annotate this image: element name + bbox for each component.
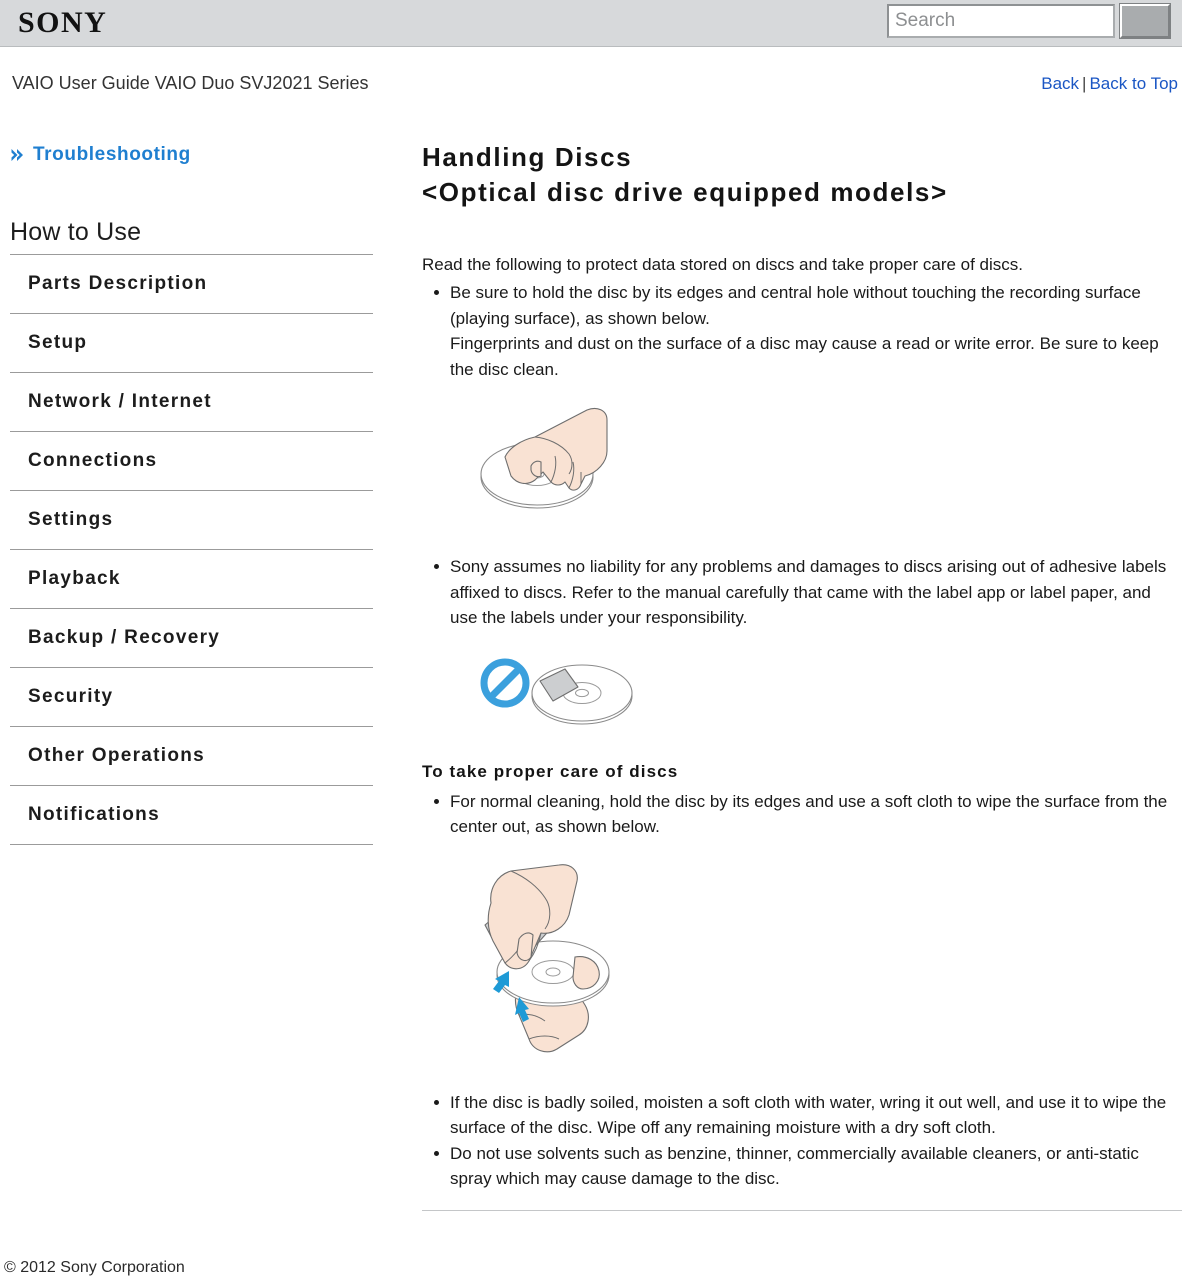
sidebar-item-security[interactable]: Security <box>10 668 373 727</box>
double-chevron-right-icon <box>10 147 26 163</box>
breadcrumb-troubleshooting[interactable]: Troubleshooting <box>0 140 390 170</box>
sidebar-item-label: Playback <box>28 568 121 589</box>
back-link[interactable]: Back <box>1041 74 1079 93</box>
sidebar-item-settings[interactable]: Settings <box>10 491 373 550</box>
sidebar-item-backup-recovery[interactable]: Backup / Recovery <box>10 609 373 668</box>
hand-holding-disc-illustration <box>480 407 608 509</box>
sub-header-bar: VAIO User Guide VAIO Duo SVJ2021 Series … <box>0 47 1182 94</box>
top-header-bar: SONY <box>0 0 1182 47</box>
list-item: Be sure to hold the disc by its edges an… <box>434 280 1182 382</box>
bullet-1-text: Be sure to hold the disc by its edges an… <box>450 283 1141 328</box>
sidebar-item-label: Parts Description <box>28 273 208 294</box>
sidebar-item-label: Connections <box>28 450 158 471</box>
sub-heading-proper-care: To take proper care of discs <box>422 761 679 781</box>
main-content: Handling Discs <Optical disc drive equip… <box>422 140 1182 1192</box>
sony-logo: SONY <box>18 6 108 39</box>
list-item: For normal cleaning, hold the disc by it… <box>434 789 1182 840</box>
bullet-5-text: Do not use solvents such as benzine, thi… <box>450 1143 1139 1189</box>
bullet-list-bottom: If the disc is badly soiled, moisten a s… <box>422 1090 1182 1192</box>
figure-no-adhesive-label <box>477 651 1182 736</box>
back-to-top-link[interactable]: Back to Top <box>1089 74 1178 93</box>
search-area <box>887 3 1171 42</box>
wiping-disc-with-cloth-illustration <box>484 863 610 1052</box>
page-title-line-1: Handling Discs <box>422 142 633 172</box>
bullet-3-text: For normal cleaning, hold the disc by it… <box>450 791 1168 837</box>
nav-separator: | <box>1082 74 1087 93</box>
sidebar-item-playback[interactable]: Playback <box>10 550 373 609</box>
footer-divider <box>422 1210 1182 1211</box>
no-adhesive-label-on-disc-illustration <box>480 658 633 725</box>
sidebar-item-other-operations[interactable]: Other Operations <box>10 727 373 786</box>
search-button[interactable] <box>1119 3 1171 39</box>
breadcrumb-label: Troubleshooting <box>33 144 191 165</box>
sidebar-item-connections[interactable]: Connections <box>10 432 373 491</box>
sidebar-item-label: Setup <box>28 332 88 353</box>
sidebar: Troubleshooting How to Use Parts Descrip… <box>0 140 390 845</box>
page-title-line-2: <Optical disc drive equipped models> <box>422 177 948 207</box>
sidebar-item-label: Backup / Recovery <box>28 627 221 648</box>
bullet-list-labels: Sony assumes no liability for any proble… <box>422 554 1182 631</box>
bullet-list-top: Be sure to hold the disc by its edges an… <box>422 280 1182 382</box>
sidebar-item-label: Network / Internet <box>28 391 212 412</box>
sidebar-item-label: Settings <box>28 509 114 530</box>
sidebar-nav-list: Parts Description Setup Network / Intern… <box>0 255 373 845</box>
sidebar-item-setup[interactable]: Setup <box>10 314 373 373</box>
bullet-2-text: Sony assumes no liability for any proble… <box>450 557 1167 627</box>
page-title: Handling Discs <Optical disc drive equip… <box>422 140 1182 210</box>
sidebar-item-network-internet[interactable]: Network / Internet <box>10 373 373 432</box>
sidebar-item-label: Security <box>28 686 114 707</box>
bullet-4-text: If the disc is badly soiled, moisten a s… <box>450 1092 1167 1138</box>
sidebar-item-label: Notifications <box>28 804 160 825</box>
sidebar-item-notifications[interactable]: Notifications <box>10 786 373 845</box>
figure-hand-holding-disc <box>469 404 1182 529</box>
guide-title: VAIO User Guide VAIO Duo SVJ2021 Series <box>12 73 369 93</box>
sidebar-item-label: Other Operations <box>28 745 206 766</box>
list-item: Do not use solvents such as benzine, thi… <box>434 1141 1182 1192</box>
sidebar-section-title: How to Use <box>10 218 373 255</box>
figure-wiping-disc <box>467 863 1182 1063</box>
sidebar-item-parts-description[interactable]: Parts Description <box>10 255 373 314</box>
search-input[interactable] <box>887 4 1115 38</box>
header-nav-links: Back | Back to Top <box>1041 74 1178 94</box>
bullet-list-cleaning: For normal cleaning, hold the disc by it… <box>422 789 1182 840</box>
list-item: Sony assumes no liability for any proble… <box>434 554 1182 631</box>
intro-paragraph: Read the following to protect data store… <box>422 255 1024 274</box>
copyright-notice: © 2012 Sony Corporation <box>4 1259 185 1276</box>
bullet-1-text-line-2: Fingerprints and dust on the surface of … <box>450 334 1159 379</box>
list-item: If the disc is badly soiled, moisten a s… <box>434 1090 1182 1141</box>
